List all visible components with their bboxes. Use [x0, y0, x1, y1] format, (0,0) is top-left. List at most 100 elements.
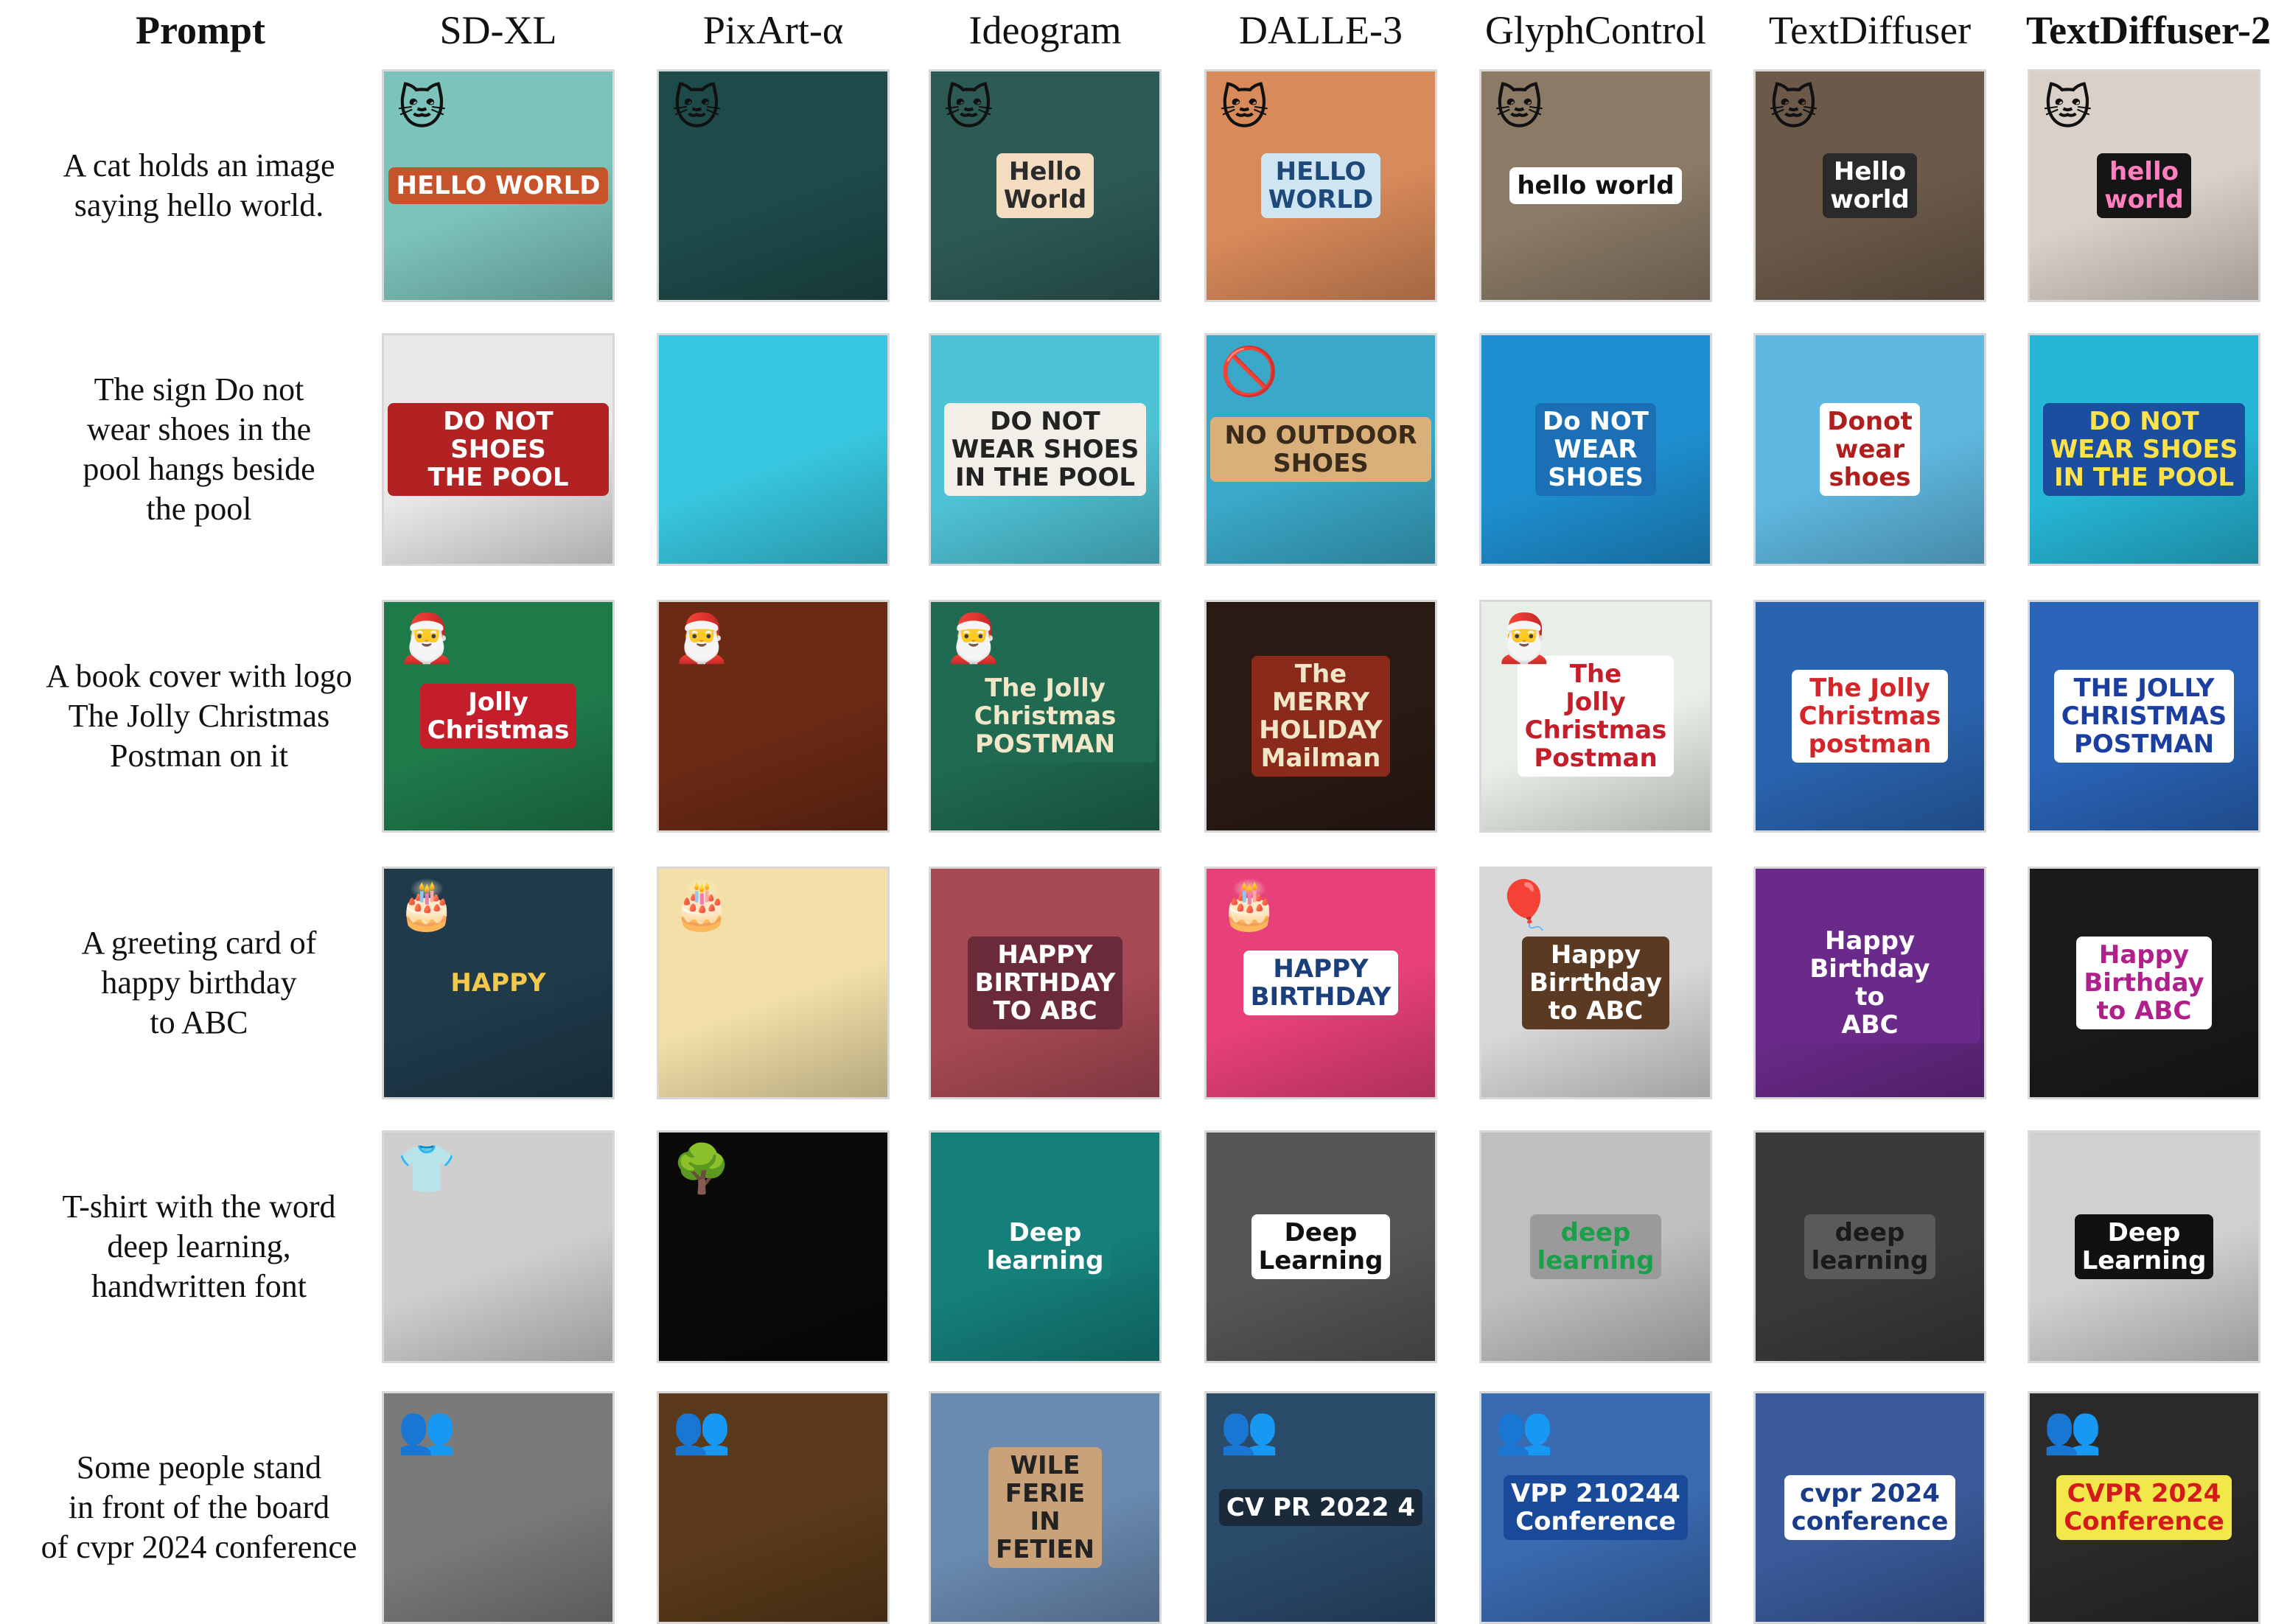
generated-image: 🎅 The Jolly Christmas Postman	[1479, 600, 1712, 833]
generated-image: 🎂 HAPPY	[382, 867, 615, 1099]
generated-image: 🚫 NO OUTDOOR SHOES	[1204, 333, 1437, 566]
image-motif-icon: 👥	[672, 1403, 731, 1457]
generated-image: 🎅 The Jolly Christmas POSTMAN	[929, 600, 1162, 833]
generated-image: 🌳	[657, 1130, 890, 1363]
rendered-image-text: The Jolly Christmas Postman	[1517, 656, 1675, 777]
rendered-image-text: CV PR 2022 4	[1218, 1489, 1423, 1526]
image-motif-icon: 👥	[1220, 1403, 1279, 1457]
image-motif-icon: 🎅	[944, 612, 1003, 666]
image-motif-icon: 🐱	[1495, 81, 1544, 136]
prompt-line: A greeting card of	[81, 925, 317, 961]
rendered-image-text: Happy Birthday to ABC	[1759, 923, 1980, 1043]
rendered-image-text: The Jolly Christmas postman	[1791, 670, 1949, 763]
rendered-image-text: hello world	[1509, 167, 1682, 204]
generated-image: 👥 VPP 210244 Conference	[1479, 1391, 1712, 1624]
generated-image: 👥	[382, 1391, 615, 1624]
generated-image: DO NOT WEAR SHOES IN THE POOL	[929, 333, 1162, 566]
generated-image: HAPPY BIRTHDAY TO ABC	[929, 867, 1162, 1099]
prompt-line: deep learning,	[107, 1228, 291, 1264]
generated-image: deep learning	[1753, 1130, 1986, 1363]
generated-image: 🐱 Hello World	[929, 69, 1162, 302]
image-motif-icon: 👕	[397, 1142, 456, 1197]
generated-image: 🎈 Happy Birrthday to ABC	[1479, 867, 1712, 1099]
column-header: SD-XL	[439, 8, 557, 52]
image-motif-icon: 🎂	[1220, 878, 1279, 933]
generated-image: Happy Birthday to ABC	[1753, 867, 1986, 1099]
generated-image: The MERRY HOLIDAY Mailman	[1204, 600, 1437, 833]
prompt-line: handwritten font	[91, 1268, 307, 1304]
rendered-image-text: hello world	[2097, 153, 2191, 218]
image-motif-icon: 🚫	[1220, 345, 1279, 399]
image-motif-icon: 👥	[397, 1403, 456, 1457]
rendered-image-text: HELLO WORLD	[1260, 153, 1381, 218]
prompt-line: happy birthday	[101, 965, 297, 1001]
generated-image: DO NOT WEAR SHOES IN THE POOL	[2028, 333, 2260, 566]
rendered-image-text: deep learning	[1804, 1214, 1936, 1279]
rendered-image-text: DO NOT WEAR SHOES IN THE POOL	[2042, 403, 2246, 496]
prompt-line: of cvpr 2024 conference	[41, 1529, 357, 1565]
image-motif-icon: 🐱	[672, 81, 722, 136]
rendered-image-text: Jolly Christmas	[419, 684, 577, 749]
comparison-figure: Prompt SD-XL PixArt-α Ideogram DALLE-3 GlyphC…	[0, 0, 2273, 1624]
generated-image: 🐱 Hello world	[1753, 69, 1986, 302]
rendered-image-text: The MERRY HOLIDAY Mailman	[1251, 656, 1390, 777]
generated-image: deep learning	[1479, 1130, 1712, 1363]
generated-image: Happy Birthday to ABC	[2028, 867, 2260, 1099]
generated-image	[657, 333, 890, 566]
image-motif-icon: 🎈	[1495, 878, 1554, 933]
prompt-text: A book cover with logo The Jolly Christma…	[15, 600, 383, 833]
rendered-image-text: Happy Birrthday to ABC	[1522, 937, 1669, 1029]
generated-image: 🎅 Jolly Christmas	[382, 600, 615, 833]
prompt-line: in front of the board	[68, 1489, 330, 1525]
column-header: PixArt-α	[702, 8, 844, 52]
rendered-image-text: CVPR 2024 Conference	[2056, 1475, 2232, 1540]
rendered-image-text: Hello World	[996, 153, 1094, 218]
generated-image: Deep Learning	[1204, 1130, 1437, 1363]
generated-image: Do NOT WEAR SHOES	[1479, 333, 1712, 566]
rendered-image-text: WILE FERIE IN FETIEN	[988, 1447, 1102, 1568]
image-motif-icon: 🐱	[2043, 81, 2092, 136]
prompt-line: T-shirt with the word	[62, 1189, 336, 1225]
rendered-image-text: Happy Birthday to ABC	[2076, 937, 2212, 1029]
prompt-line: A cat holds an image	[63, 147, 335, 183]
image-motif-icon: 🐱	[1220, 81, 1269, 136]
column-header: DALLE-3	[1239, 8, 1403, 52]
generated-image: 👥	[657, 1391, 890, 1624]
generated-image: 👥 CVPR 2024 Conference	[2028, 1391, 2260, 1624]
generated-image: 🎂 HAPPY BIRTHDAY	[1204, 867, 1437, 1099]
prompt-text: The sign Do not wear shoes in the pool han…	[15, 333, 383, 566]
prompt-line: The sign Do not	[94, 371, 304, 407]
rendered-image-text: Deep Learning	[1251, 1214, 1391, 1279]
prompt-line: saying hello world.	[74, 187, 324, 223]
generated-image: 🐱	[657, 69, 890, 302]
rendered-image-text: HELLO WORLD	[388, 167, 608, 204]
column-header: TextDiffuser-2	[2026, 8, 2271, 52]
generated-image: THE JOLLY CHRISTMAS POSTMAN	[2028, 600, 2260, 833]
generated-image: Deep learning	[929, 1130, 1162, 1363]
image-motif-icon: 🎅	[1495, 612, 1554, 666]
rendered-image-text: NO OUTDOOR SHOES	[1210, 417, 1431, 482]
column-header: Prompt	[136, 8, 265, 52]
generated-image: DO NOT SHOES THE POOL	[382, 333, 615, 566]
rendered-image-text: HAPPY BIRTHDAY TO ABC	[967, 937, 1123, 1029]
rendered-image-text: HAPPY BIRTHDAY	[1243, 951, 1399, 1015]
prompt-line: the pool	[146, 491, 252, 527]
generated-image: 🎂	[657, 867, 890, 1099]
column-header: TextDiffuser	[1768, 8, 1972, 52]
prompt-line: wear shoes in the	[86, 411, 312, 447]
rendered-image-text: Deep learning	[979, 1214, 1111, 1279]
rendered-image-text: The Jolly Christmas POSTMAN	[935, 670, 1156, 763]
rendered-image-text: VPP 210244 Conference	[1504, 1475, 1688, 1540]
rendered-image-text: Donot wear shoes	[1820, 403, 1920, 496]
rendered-image-text: THE JOLLY CHRISTMAS POSTMAN	[2053, 670, 2235, 763]
rendered-image-text: Deep Learning	[2074, 1214, 2214, 1279]
image-motif-icon: 🎅	[397, 612, 456, 666]
prompt-text: A cat holds an image saying hello world.	[15, 69, 383, 302]
generated-image: 🎅	[657, 600, 890, 833]
prompt-text: Some people stand in front of the board of…	[15, 1391, 383, 1624]
column-header: Ideogram	[968, 8, 1122, 52]
rendered-image-text: cvpr 2024 conference	[1784, 1475, 1956, 1540]
image-motif-icon: 👥	[2043, 1403, 2102, 1457]
generated-image: Deep Learning	[2028, 1130, 2260, 1363]
rendered-image-text: HAPPY	[443, 965, 554, 1001]
